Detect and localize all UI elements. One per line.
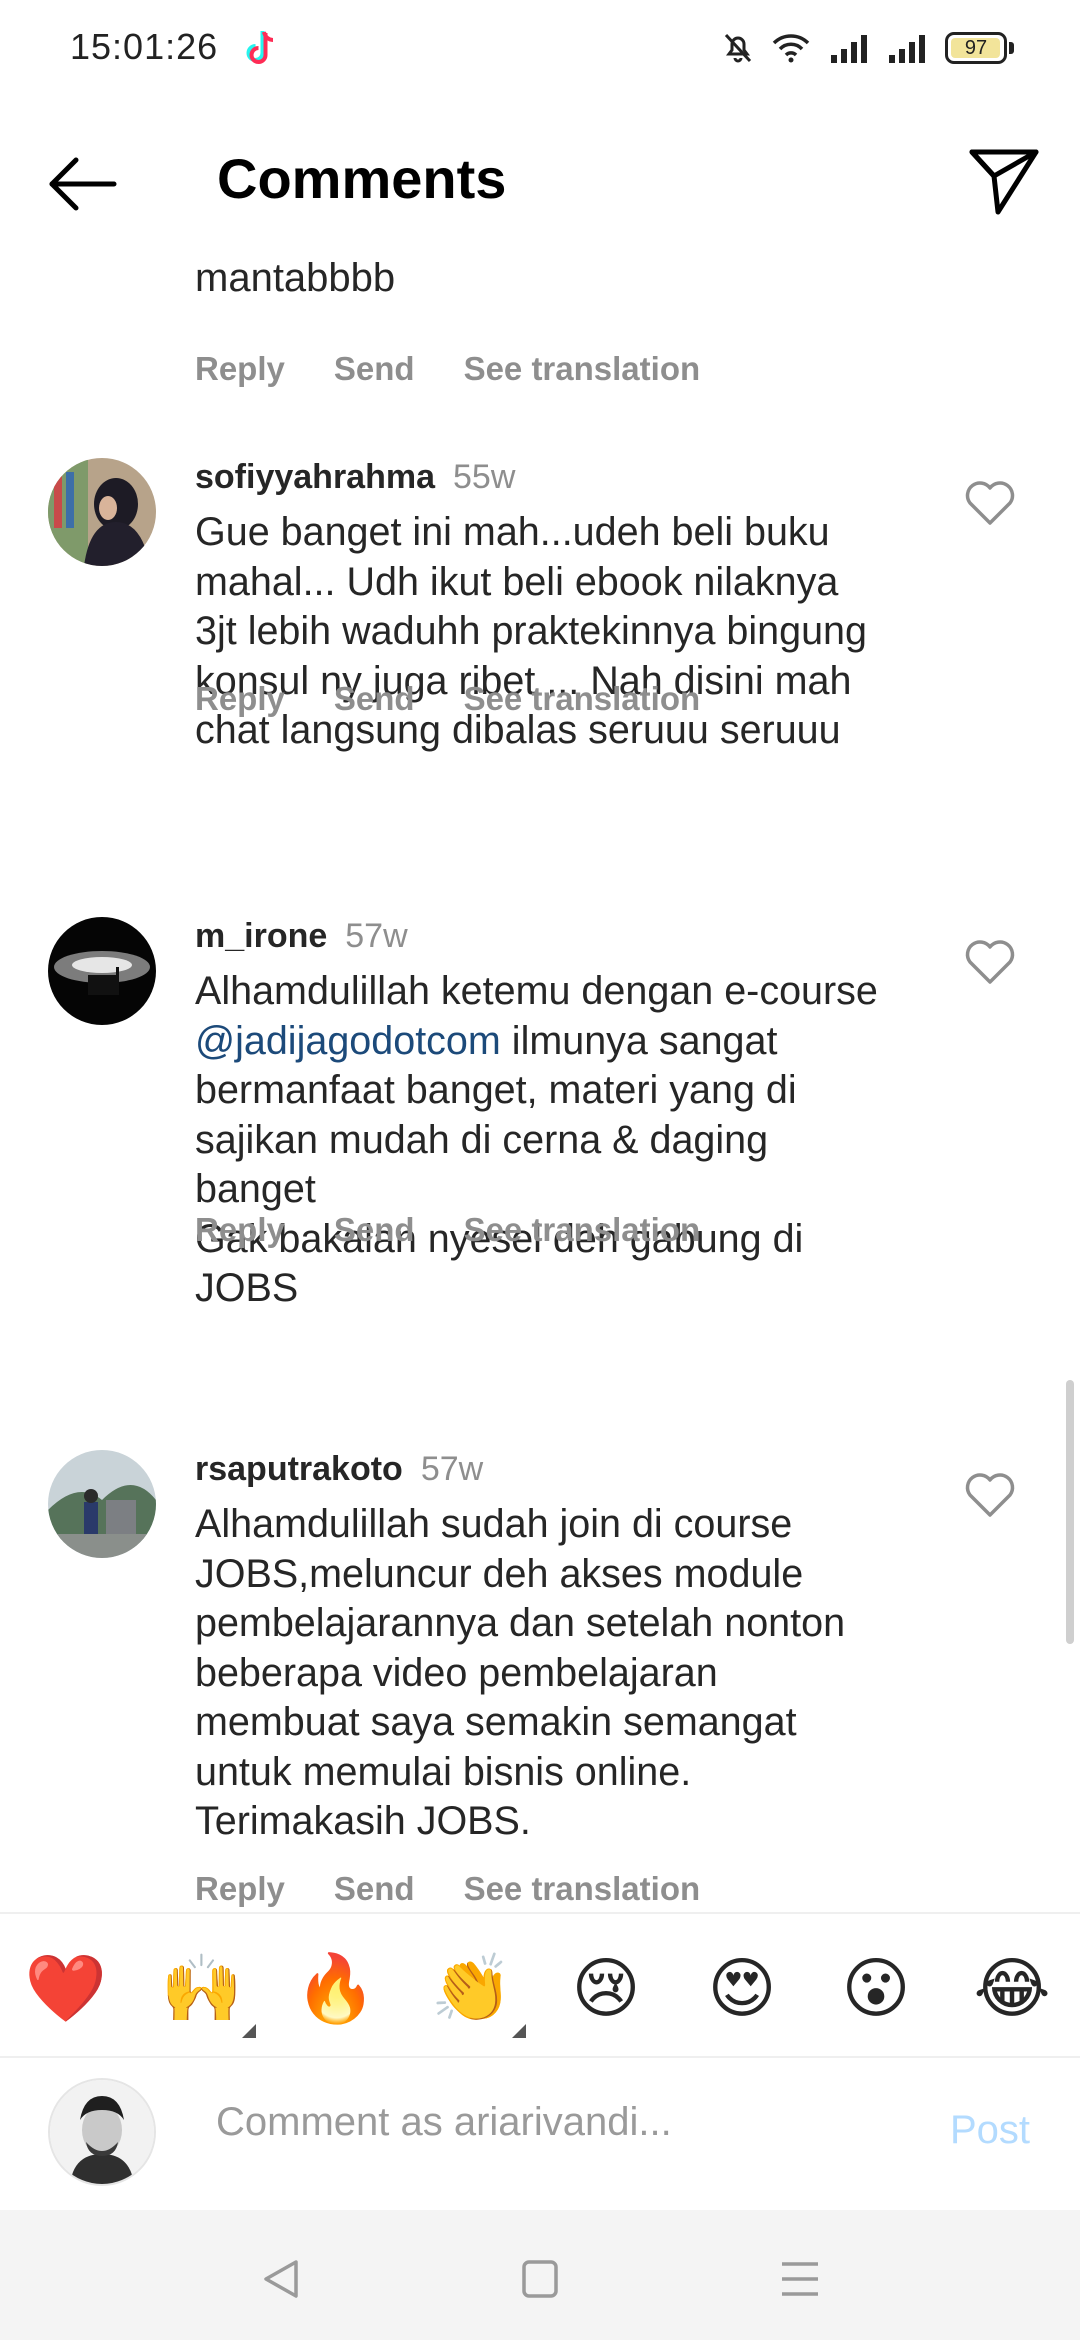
post-button[interactable]: Post bbox=[950, 2108, 1030, 2153]
status-icons: 97 bbox=[723, 28, 1014, 68]
see-translation-button[interactable]: See translation bbox=[464, 1870, 701, 1908]
timestamp: 57w bbox=[420, 1450, 484, 1488]
comment-line: Alhamdulillah sudah join di course bbox=[195, 1502, 793, 1546]
avatar[interactable] bbox=[48, 458, 156, 566]
emoji-tears-of-joy[interactable]: 😂 bbox=[970, 1946, 1054, 2030]
system-navigation-bar bbox=[0, 2210, 1080, 2340]
timestamp: 55w bbox=[453, 458, 516, 496]
comment-line: beberapa video pembelajaran bbox=[195, 1650, 718, 1695]
reply-button[interactable]: Reply bbox=[195, 350, 285, 388]
comment-line: untuk memulai bisnis online. bbox=[195, 1749, 692, 1794]
reply-button[interactable]: Reply bbox=[195, 1870, 285, 1908]
my-avatar bbox=[48, 2078, 156, 2186]
comment-line: membuat saya semakin semangat bbox=[195, 1700, 797, 1744]
comment-input[interactable]: Comment as ariarivandi... bbox=[216, 2100, 686, 2145]
comment-header: m_irone 57w bbox=[195, 917, 408, 956]
comment-line: pembelajarannya dan setelah nonton bbox=[195, 1601, 846, 1645]
comment-text: Alhamdulillah sudah join di course JOBS,… bbox=[195, 1500, 935, 1847]
comment-composer: Comment as ariarivandi... Post bbox=[0, 2058, 1080, 2210]
emoji-heart[interactable]: ❤️ bbox=[24, 1946, 108, 2030]
emoji-fire[interactable]: 🔥 bbox=[294, 1946, 378, 2030]
comment-line: 3jt lebih waduhh praktekinnya bingung bbox=[195, 609, 867, 653]
send-button[interactable]: Send bbox=[334, 1211, 415, 1249]
battery-tip bbox=[1009, 42, 1014, 54]
comment-line: Gue banget ini mah...udeh beli buku bbox=[195, 510, 830, 554]
comment-actions: Reply Send See translation bbox=[195, 1211, 749, 1249]
emoji-quick-reactions: ❤️ 🙌 🔥 👏 😢 😍 😮 😂 bbox=[0, 1912, 1080, 2058]
comment-line: sajikan mudah di cerna & daging bbox=[195, 1117, 769, 1162]
comment-actions: Reply Send See translation bbox=[195, 1870, 749, 1908]
battery-text: 97 bbox=[964, 36, 988, 59]
signal-icon-2 bbox=[889, 35, 925, 63]
home-square-icon[interactable] bbox=[520, 2258, 560, 2300]
comment-line: JOBS bbox=[195, 1266, 299, 1310]
comment-actions: Reply Send See translation bbox=[195, 680, 749, 718]
status-bar: 15:01:26 97 bbox=[0, 0, 1080, 96]
page-title: Comments bbox=[217, 147, 507, 210]
comment-line: JOBS,meluncur deh akses module bbox=[195, 1551, 804, 1596]
comment-line: mahal... Udh ikut beli ebook nilaknya bbox=[195, 559, 839, 604]
comment-text: Alhamdulillah ketemu dengan e-course @ja… bbox=[195, 967, 935, 1314]
comment-text: mantabbbb bbox=[195, 256, 396, 300]
reply-button[interactable]: Reply bbox=[195, 680, 285, 718]
comment-line: banget bbox=[195, 1167, 316, 1211]
emoji-heart-eyes[interactable]: 😍 bbox=[700, 1946, 784, 2030]
avatar[interactable] bbox=[48, 1450, 156, 1558]
emoji-raised-hands[interactable]: 🙌 bbox=[160, 1946, 244, 2030]
comments-feed[interactable]: mantabbbb Reply Send See translation sof… bbox=[0, 240, 1080, 1912]
comment-line: Alhamdulillah ketemu dengan e-course bbox=[195, 969, 878, 1013]
comment-text: Gue banget ini mah...udeh beli buku maha… bbox=[195, 508, 935, 756]
tiktok-icon bbox=[246, 31, 274, 64]
paper-plane-icon[interactable] bbox=[968, 146, 1040, 216]
skin-tone-indicator bbox=[512, 2024, 526, 2038]
comment-header: rsaputrakoto 57w bbox=[195, 1450, 483, 1489]
skin-tone-indicator bbox=[242, 2024, 256, 2038]
emoji-crying-face[interactable]: 😢 bbox=[564, 1946, 648, 2030]
mention-link[interactable]: @jadijagodotcom bbox=[195, 1019, 501, 1063]
mute-bell-icon bbox=[724, 33, 752, 63]
send-button[interactable]: Send bbox=[334, 1870, 415, 1908]
reply-button[interactable]: Reply bbox=[195, 1211, 285, 1249]
avatar[interactable] bbox=[48, 917, 156, 1025]
comment-line-rest: ilmunya sangat bbox=[500, 1018, 778, 1063]
timestamp: 57w bbox=[345, 917, 408, 955]
arrow-left-icon[interactable] bbox=[46, 154, 118, 214]
comment-line: Terimakasih JOBS. bbox=[195, 1799, 531, 1843]
status-time: 15:01:26 bbox=[70, 26, 219, 67]
username[interactable]: rsaputrakoto bbox=[195, 1450, 403, 1488]
username[interactable]: sofiyyahrahma bbox=[195, 458, 435, 496]
username[interactable]: m_irone bbox=[195, 917, 327, 955]
signal-icon-1 bbox=[831, 35, 867, 63]
comment-line: @jadijagodotcom ilmunya sangat bbox=[195, 1017, 935, 1067]
comment-actions: Reply Send See translation bbox=[195, 350, 749, 388]
scrollbar[interactable] bbox=[1066, 1380, 1074, 1644]
see-translation-button[interactable]: See translation bbox=[464, 1211, 701, 1249]
see-translation-button[interactable]: See translation bbox=[464, 680, 701, 718]
back-triangle-icon[interactable] bbox=[262, 2258, 300, 2300]
see-translation-button[interactable]: See translation bbox=[464, 350, 701, 388]
menu-lines-icon[interactable] bbox=[780, 2258, 820, 2300]
heart-icon[interactable] bbox=[964, 939, 1016, 985]
heart-icon[interactable] bbox=[964, 480, 1016, 526]
heart-icon[interactable] bbox=[964, 1472, 1016, 1518]
emoji-surprised-face[interactable]: 😮 bbox=[834, 1946, 918, 2030]
send-button[interactable]: Send bbox=[334, 680, 415, 718]
comment-header: sofiyyahrahma 55w bbox=[195, 458, 515, 497]
emoji-clapping-hands[interactable]: 👏 bbox=[430, 1946, 514, 2030]
battery-indicator: 97 bbox=[945, 32, 1007, 64]
comment-line: bermanfaat banget, materi yang di bbox=[195, 1068, 797, 1112]
send-button[interactable]: Send bbox=[334, 350, 415, 388]
wifi-icon bbox=[772, 34, 810, 63]
